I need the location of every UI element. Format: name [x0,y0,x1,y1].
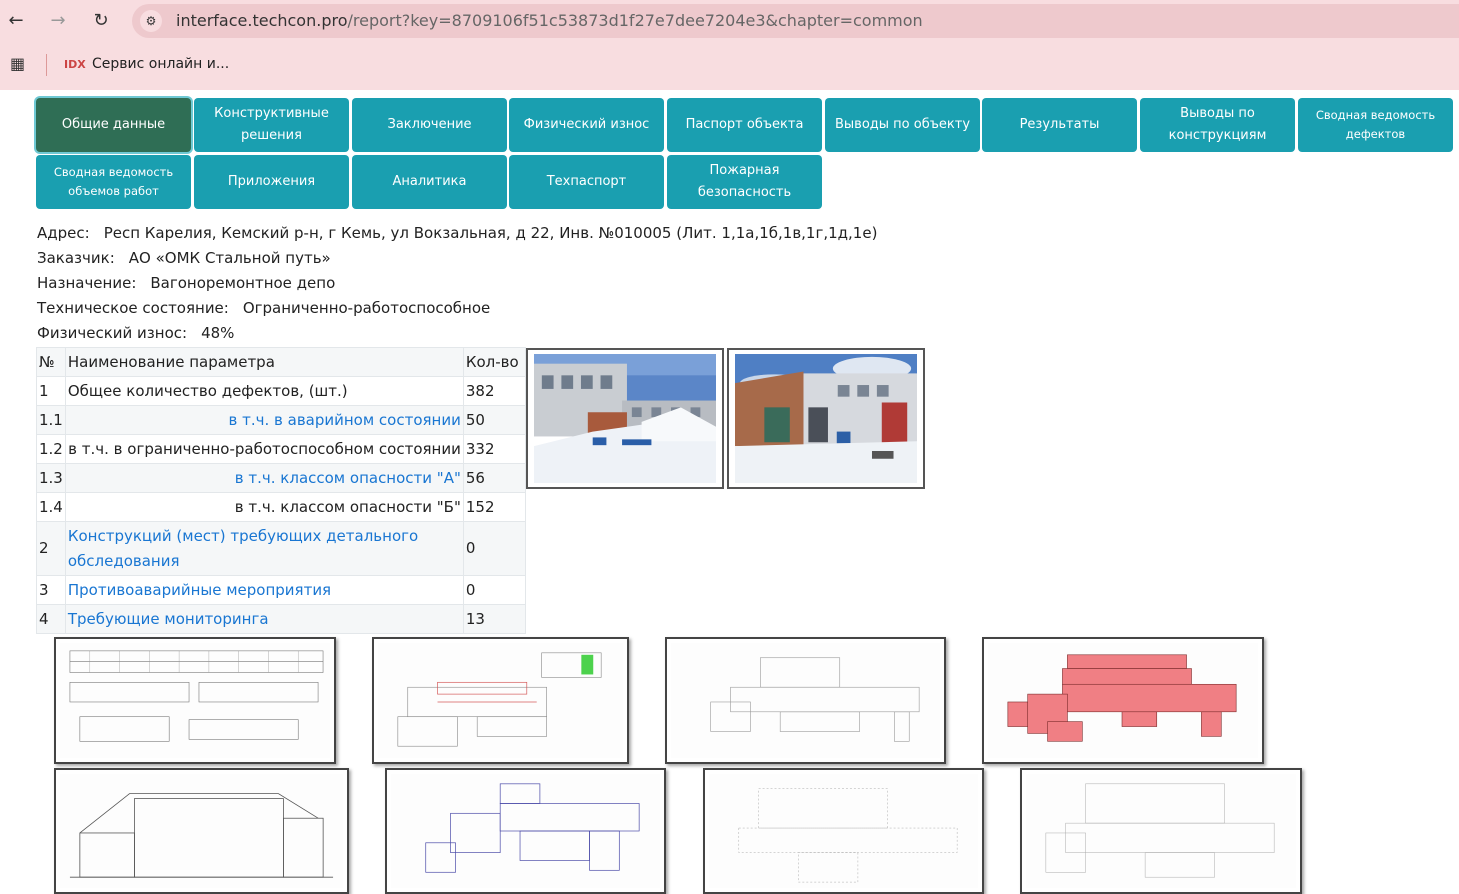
table-row: 3 Противоаварийные мероприятия 0 [36,575,526,605]
header-num: № [36,347,66,377]
row-name-link[interactable]: Противоаварийные мероприятия [64,575,464,605]
tab-fire-safety[interactable]: Пожарная безопасность [667,155,822,209]
drawing-facades[interactable] [54,637,336,764]
purpose-value: Вагоноремонтное депо [150,274,336,292]
drawing-roof-plan-image [391,774,660,888]
site-settings-icon[interactable]: ⚙ [140,10,162,32]
tab-analytics[interactable]: Аналитика [352,155,507,209]
row-qty: 0 [462,521,526,576]
building-photo-1[interactable] [526,348,724,489]
row-qty: 56 [462,463,526,493]
wear-label: Физический износ: [37,324,188,342]
drawing-foundation-plan-image [709,774,978,888]
tab-structural-solutions[interactable]: Конструктивные решения [194,98,349,152]
address-row: ← → ↻ ⚙ interface.techcon.pro/report?key… [0,0,1459,42]
customer-line: Заказчик: АО «ОМК Стальной путь» [37,249,331,267]
tab-defects-summary[interactable]: Сводная ведомость дефектов [1298,98,1453,152]
condition-label: Техническое состояние: [37,299,229,317]
drawing-zones-plan-image [988,643,1258,758]
row-qty: 50 [462,405,526,435]
table-row: 4 Требующие мониторинга 13 [36,604,526,634]
row-num: 2 [36,521,66,576]
wear-value: 48% [201,324,235,342]
url-bar[interactable]: ⚙ interface.techcon.pro/report?key=87091… [132,4,1459,38]
table-row: 2 Конструкций (мест) требующих детальног… [36,521,526,576]
tab-appendices[interactable]: Приложения [194,155,349,209]
purpose-line: Назначение: Вагоноремонтное депо [37,274,335,292]
drawing-section[interactable] [54,768,349,894]
table-row: 1.4 в т.ч. классом опасности "Б" 152 [36,492,526,522]
header-qty: Кол-во [462,347,526,377]
drawing-plan-defects-image [378,643,623,758]
row-name-link[interactable]: в т.ч. классом опасности "А" [64,463,464,493]
table-row: 1.2 в т.ч. в ограниченно-работоспособном… [36,434,526,464]
row-name-link[interactable]: Требующие мониторинга [64,604,464,634]
table-header-row: № Наименование параметра Кол-во [36,347,526,377]
drawing-plan-defects[interactable] [372,637,629,764]
drawing-section-image [60,774,343,888]
forward-arrow-icon[interactable]: → [45,8,71,34]
row-qty: 332 [462,434,526,464]
address-line: Адрес: Респ Карелия, Кемский р-н, г Кемь,… [37,224,877,242]
row-num: 1 [36,376,66,406]
reload-icon[interactable]: ↻ [88,8,114,34]
row-name-link[interactable]: в т.ч. в аварийном состоянии [64,405,464,435]
table-row: 1.3 в т.ч. классом опасности "А" 56 [36,463,526,493]
condition-value: Ограниченно-работоспособное [242,299,491,317]
bookmarks-bar: ▦ IDX Сервис онлайн и... [0,48,1459,82]
condition-line: Техническое состояние: Ограниченно-работо… [37,299,490,317]
tab-tech-passport[interactable]: Техпаспорт [509,155,664,209]
row-num: 1.1 [36,405,66,435]
tab-structure-conclusions[interactable]: Выводы по конструкциям [1140,98,1295,152]
drawing-foundation-plan[interactable] [703,768,984,894]
drawing-floor-plan-image [671,643,940,758]
tab-physical-wear[interactable]: Физический износ [509,98,664,152]
address-label: Адрес: [37,224,90,242]
row-num: 1.3 [36,463,66,493]
drawing-floor-plan[interactable] [665,637,946,764]
wear-line: Физический износ: 48% [37,324,234,342]
address-value: Респ Карелия, Кемский р-н, г Кемь, ул Во… [103,224,878,242]
drawing-layout-plan-image [1026,774,1296,888]
row-name: Общее количество дефектов, (шт.) [64,376,464,406]
back-arrow-icon[interactable]: ← [3,8,29,34]
tab-object-passport[interactable]: Паспорт объекта [667,98,822,152]
tab-general-data[interactable]: Общие данные [36,98,191,152]
purpose-label: Назначение: [37,274,137,292]
parameters-table: № Наименование параметра Кол-во 1 Общее … [36,347,526,634]
tab-object-conclusions[interactable]: Выводы по объекту [825,98,980,152]
tab-works-summary[interactable]: Сводная ведомость объемов работ [36,155,191,209]
drawing-roof-plan[interactable] [385,768,666,894]
apps-grid-icon[interactable]: ▦ [10,55,28,73]
row-num: 3 [36,575,66,605]
building-photo-2[interactable] [727,348,925,489]
browser-chrome: ← → ↻ ⚙ interface.techcon.pro/report?key… [0,0,1459,90]
tab-conclusion[interactable]: Заключение [352,98,507,152]
row-name-link[interactable]: Конструкций (мест) требующих детального … [64,521,464,576]
building-photo-1-image [534,354,716,483]
table-row: 1.1 в т.ч. в аварийном состоянии 50 [36,405,526,435]
row-num: 1.2 [36,434,66,464]
row-name: в т.ч. в ограниченно-работоспособном сос… [64,434,464,464]
row-num: 1.4 [36,492,66,522]
customer-value: АО «ОМК Стальной путь» [128,249,331,267]
header-name: Наименование параметра [64,347,464,377]
idx-logo-icon: IDX [64,58,86,71]
url-text[interactable]: interface.techcon.pro/report?key=8709106… [176,11,923,30]
row-name: в т.ч. классом опасности "Б" [64,492,464,522]
tab-results[interactable]: Результаты [982,98,1137,152]
customer-label: Заказчик: [37,249,115,267]
building-photo-2-image [735,354,917,483]
drawing-zones-plan[interactable] [982,637,1264,764]
row-qty: 152 [462,492,526,522]
bookmarks-divider [46,54,47,76]
table-row: 1 Общее количество дефектов, (шт.) 382 [36,376,526,406]
bookmark-item[interactable]: Сервис онлайн и... [92,56,229,72]
row-qty: 13 [462,604,526,634]
row-qty: 0 [462,575,526,605]
drawing-layout-plan[interactable] [1020,768,1302,894]
row-qty: 382 [462,376,526,406]
drawing-facades-image [60,643,330,758]
row-num: 4 [36,604,66,634]
